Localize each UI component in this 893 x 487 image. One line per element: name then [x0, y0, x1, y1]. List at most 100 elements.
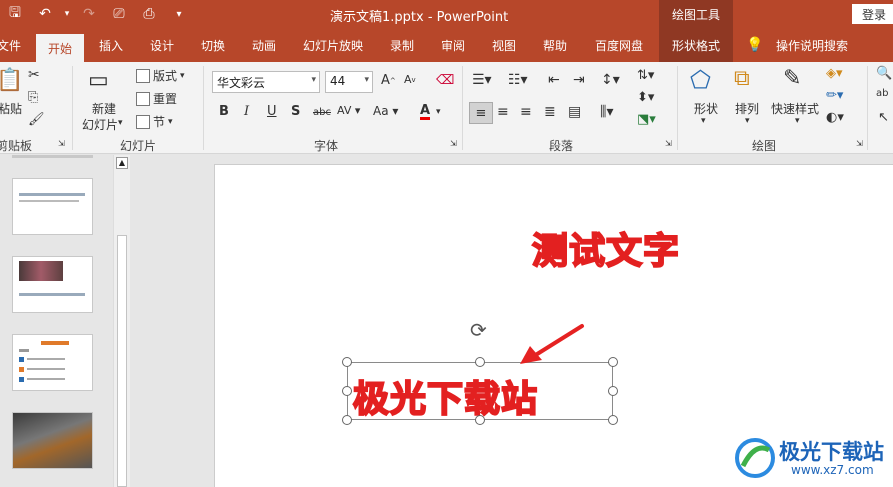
resize-handle-right[interactable] — [608, 386, 618, 396]
tab-transitions[interactable]: 切换 — [192, 28, 234, 62]
cut-icon[interactable]: ✂ — [28, 67, 40, 83]
resize-handle-bottom-right[interactable] — [608, 415, 618, 425]
resize-handle-top[interactable] — [475, 357, 485, 367]
underline-icon[interactable]: U — [267, 104, 277, 119]
find-icon[interactable]: 🔍 — [876, 66, 892, 81]
undo-icon[interactable]: ↶ — [30, 0, 60, 28]
justify-icon[interactable]: ≣ — [544, 104, 556, 120]
align-text-icon[interactable]: ⬍▾ — [637, 90, 654, 105]
resize-handle-left[interactable] — [342, 386, 352, 396]
slide-thumbnail[interactable] — [12, 178, 93, 235]
quick-styles-icon[interactable]: ✎ — [783, 66, 801, 91]
wordart-selected-text[interactable]: 极光下载站 — [352, 370, 538, 422]
increase-indent-icon[interactable]: ⇥ — [573, 72, 585, 88]
chevron-down-icon[interactable]: ▾ — [701, 116, 706, 126]
tell-me-search[interactable]: 操作说明搜索 — [770, 28, 854, 62]
tab-help[interactable]: 帮助 — [534, 28, 576, 62]
copy-icon[interactable]: ⎘ — [28, 90, 38, 105]
align-right-icon[interactable]: ≡ — [520, 104, 532, 120]
decrease-font-icon[interactable]: Av — [404, 73, 416, 86]
change-case-icon[interactable]: Aa ▾ — [373, 104, 398, 118]
tab-review[interactable]: 审阅 — [432, 28, 474, 62]
shape-outline-icon[interactable]: ✏▾ — [826, 88, 843, 103]
undo-dropdown-icon[interactable]: ▾ — [60, 0, 74, 28]
arrange-button[interactable]: 排列 — [735, 100, 759, 117]
line-spacing-icon[interactable]: ↕▾ — [601, 72, 620, 88]
clipboard-launcher-icon[interactable]: ⇲ — [58, 139, 65, 148]
increase-font-icon[interactable]: A ^ — [381, 73, 396, 88]
tab-design[interactable]: 设计 — [141, 28, 183, 62]
character-spacing-icon[interactable]: AV ▾ — [337, 104, 360, 117]
resize-handle-top-left[interactable] — [342, 357, 352, 367]
slide-thumbnail[interactable] — [12, 256, 93, 313]
scrollbar-thumb[interactable] — [117, 235, 127, 487]
shape-fill-icon[interactable]: ◈▾ — [826, 66, 843, 81]
tab-file[interactable]: 文件 — [0, 28, 24, 62]
rotate-handle-icon[interactable]: ⟳ — [470, 318, 487, 342]
new-slide-label-1[interactable]: 新建 — [92, 100, 116, 117]
tab-slideshow[interactable]: 幻灯片放映 — [297, 28, 369, 62]
tab-shape-format[interactable]: 形状格式 — [659, 28, 733, 62]
decrease-indent-icon[interactable]: ⇤ — [548, 72, 560, 88]
quick-styles-button[interactable]: 快速样式 — [771, 100, 819, 117]
font-family-select[interactable]: 华文彩云 ▾ — [212, 71, 320, 93]
font-size-select[interactable]: 44 ▾ — [325, 71, 373, 93]
redo-icon[interactable]: ↷ — [74, 0, 104, 28]
columns-icon[interactable]: ⫼▾ — [600, 104, 613, 120]
clear-formatting-icon[interactable]: ⌫ — [436, 73, 454, 88]
align-left-icon[interactable]: ≡ — [469, 102, 493, 124]
bold-icon[interactable]: B — [219, 104, 229, 119]
bullets-icon[interactable]: ☰▾ — [472, 72, 492, 88]
resize-handle-bottom[interactable] — [475, 415, 485, 425]
shape-effects-icon[interactable]: ◐▾ — [826, 110, 844, 125]
font-group-label: 字体 — [314, 139, 339, 153]
resize-handle-top-right[interactable] — [608, 357, 618, 367]
tab-animations[interactable]: 动画 — [243, 28, 285, 62]
layout-button[interactable]: 版式 ▾ — [136, 67, 185, 84]
tab-baidu-netdisk[interactable]: 百度网盘 — [588, 28, 650, 62]
save-icon[interactable]: 🖫 — [0, 0, 30, 28]
chevron-down-icon[interactable]: ▾ — [745, 116, 750, 126]
font-launcher-icon[interactable]: ⇲ — [450, 139, 457, 148]
select-icon[interactable]: ↖ — [878, 110, 889, 125]
chevron-down-icon[interactable]: ▾ — [118, 118, 123, 128]
shapes-button[interactable]: 形状 — [694, 100, 718, 117]
smartart-icon[interactable]: ⬔▾ — [637, 112, 656, 127]
present-from-start-icon[interactable]: ⎚ — [104, 0, 134, 28]
replace-icon[interactable]: ab — [876, 88, 888, 99]
print-preview-icon[interactable]: ⎙ — [134, 0, 164, 28]
italic-icon[interactable]: I — [244, 104, 249, 119]
paste-icon[interactable]: 📋 — [0, 68, 23, 93]
text-direction-icon[interactable]: ⇅▾ — [637, 68, 654, 83]
font-color-icon[interactable]: A — [420, 104, 431, 120]
tab-record[interactable]: 录制 — [381, 28, 423, 62]
chevron-down-icon[interactable]: ▾ — [436, 107, 441, 117]
distributed-icon[interactable]: ▤ — [568, 104, 581, 120]
format-painter-icon[interactable]: 🖌 — [28, 112, 45, 127]
chevron-down-icon[interactable]: ▾ — [795, 116, 800, 126]
new-slide-icon[interactable]: ▭ — [88, 68, 109, 93]
customize-qat-icon[interactable]: ▾ — [164, 0, 194, 28]
drawing-launcher-icon[interactable]: ⇲ — [856, 139, 863, 148]
new-slide-label-2[interactable]: 幻灯片 — [82, 116, 118, 133]
strikethrough-icon[interactable]: abc — [313, 107, 331, 118]
thumbnail-scrollbar[interactable]: ▲ — [113, 155, 130, 487]
tab-insert[interactable]: 插入 — [90, 28, 132, 62]
paragraph-launcher-icon[interactable]: ⇲ — [665, 139, 672, 148]
shadow-icon[interactable]: S — [291, 104, 300, 119]
resize-handle-bottom-left[interactable] — [342, 415, 352, 425]
tab-view[interactable]: 视图 — [483, 28, 525, 62]
slide-thumbnail[interactable] — [12, 412, 93, 469]
tab-home[interactable]: 开始 — [36, 34, 84, 62]
slide-thumbnail[interactable] — [12, 334, 93, 391]
reset-button[interactable]: 重置 — [136, 90, 177, 107]
numbering-icon[interactable]: ☷▾ — [508, 72, 528, 88]
scroll-up-icon[interactable]: ▲ — [116, 157, 128, 169]
wordart-test-text[interactable]: 测试文字 — [531, 222, 680, 274]
align-center-icon[interactable]: ≡ — [497, 104, 509, 120]
shapes-icon[interactable]: ⬠ — [690, 66, 711, 94]
paste-button[interactable]: 粘贴 — [0, 100, 22, 117]
section-button[interactable]: 节 ▾ — [136, 113, 173, 130]
login-button[interactable]: 登录 — [852, 4, 893, 24]
arrange-icon[interactable]: ⧉ — [734, 66, 750, 91]
